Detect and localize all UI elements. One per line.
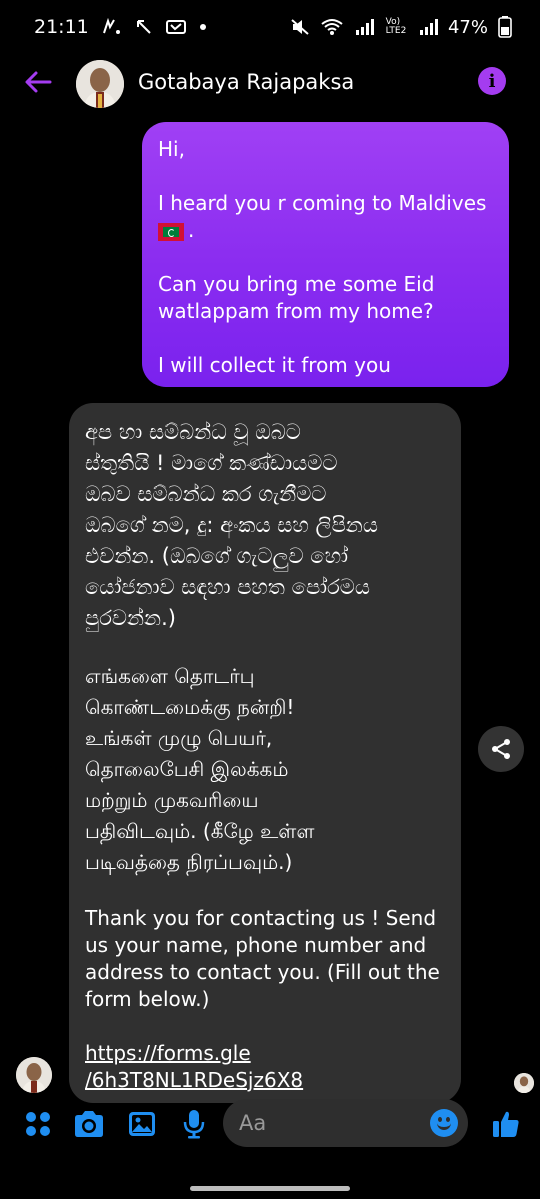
image-icon (129, 1112, 155, 1136)
incoming-message[interactable]: අප හා සම්බන්ධ වූ ඔබට ස්තුතියි ! මාගේ කණ්… (69, 403, 461, 1103)
message-input[interactable]: Aa (223, 1099, 468, 1147)
tamil-text: எங்களை தொடர்பு கொண்டமைக்கு நன்றி! உங்கள்… (85, 661, 445, 878)
signal-icon (354, 18, 374, 36)
info-icon: i (488, 70, 496, 92)
signal-icon-2 (418, 18, 438, 36)
status-bar: 21:11 Vo) LTE2 47% (0, 0, 540, 54)
form-link[interactable]: /6h3T8NL1RDeSjz6X8 (85, 1068, 303, 1092)
info-button[interactable]: i (478, 67, 506, 95)
english-text: Thank you for contacting us ! Send us yo… (85, 906, 440, 1011)
status-time: 21:11 (34, 16, 89, 38)
tamil-line: எங்களை தொடர்பு (85, 664, 255, 688)
emoji-icon[interactable] (430, 1109, 458, 1137)
sinhala-line: එවන්න. (ඔබගේ ගැටලුව හෝ (85, 544, 349, 568)
battery-icon (498, 16, 512, 38)
sinhala-line: අප හා සම්බන්ධ වූ ඔබට (85, 420, 301, 444)
sinhala-line: ඔබව සම්බන්ධ කර ගැනීමට (85, 482, 327, 506)
arrow-left-icon (25, 71, 52, 93)
contact-name[interactable]: Gotabaya Rajapaksa (138, 70, 354, 94)
gallery-button[interactable] (126, 1108, 158, 1140)
sinhala-text: අප හා සම්බන්ධ වූ ඔබට ස්තුතියි ! මාගේ කණ්… (85, 417, 445, 634)
like-button[interactable] (490, 1108, 522, 1140)
message-line: . (188, 218, 195, 242)
missed-call-icon (135, 18, 153, 36)
outgoing-message[interactable]: Hi, I heard you r coming to Maldives . C… (142, 122, 509, 387)
message-line: Can you bring me some Eid watlappam from… (158, 272, 435, 323)
message-line: Hi, (158, 137, 185, 161)
share-icon (492, 739, 510, 759)
battery-percent: 47% (447, 16, 488, 38)
camera-icon (75, 1111, 103, 1137)
message-line: I will collect it from you (158, 353, 391, 377)
voice-button[interactable] (178, 1108, 210, 1140)
grid-dots-icon (26, 1112, 50, 1136)
sinhala-line: ස්තුතියි ! මාගේ කණ්ඩායමට (85, 451, 338, 475)
more-options-button[interactable] (22, 1108, 54, 1140)
message-input-placeholder: Aa (239, 1111, 267, 1135)
tamil-line: கொண்டமைக்கு நன்றி! (85, 695, 295, 719)
lte-label: Vo) LTE2 (385, 17, 407, 36)
maldives-flag-icon (158, 222, 184, 241)
contact-avatar[interactable] (76, 60, 124, 108)
sinhala-line: පුරවන්න.) (85, 606, 176, 630)
tamil-line: உங்கள் முழு பெயர், (85, 726, 273, 750)
mute-icon (290, 18, 310, 36)
form-link[interactable]: https://forms.gle (85, 1041, 251, 1065)
chat-header: Gotabaya Rajapaksa i (0, 54, 540, 116)
dot-icon (199, 23, 207, 31)
sinhala-line: ඔබගේ නම, දු: අංකය සහ ලිපිනය (85, 513, 378, 537)
sender-avatar[interactable] (16, 1057, 52, 1093)
app-notification-icon (165, 18, 187, 36)
sinhala-line: යෝජනාව සඳහා පහත පෝරමය (85, 575, 370, 599)
read-receipt-avatar (514, 1073, 534, 1093)
thumbs-up-icon (493, 1111, 519, 1137)
share-button[interactable] (478, 726, 524, 772)
message-line: I heard you r coming to Maldives (158, 191, 487, 215)
tamil-line: பதிவிடவும். (கீழே உள்ள (85, 819, 315, 843)
tamil-line: படிவத்தை நிரப்பவும்.) (85, 850, 293, 874)
wifi-icon (320, 18, 344, 36)
notification-icon (101, 18, 123, 36)
camera-button[interactable] (73, 1108, 105, 1140)
home-indicator[interactable] (190, 1186, 350, 1191)
tamil-line: தொலைபேசி இலக்கம் (85, 757, 289, 781)
tamil-line: மற்றும் முகவரியை (85, 788, 259, 812)
microphone-icon (183, 1110, 205, 1139)
back-button[interactable] (20, 64, 56, 100)
